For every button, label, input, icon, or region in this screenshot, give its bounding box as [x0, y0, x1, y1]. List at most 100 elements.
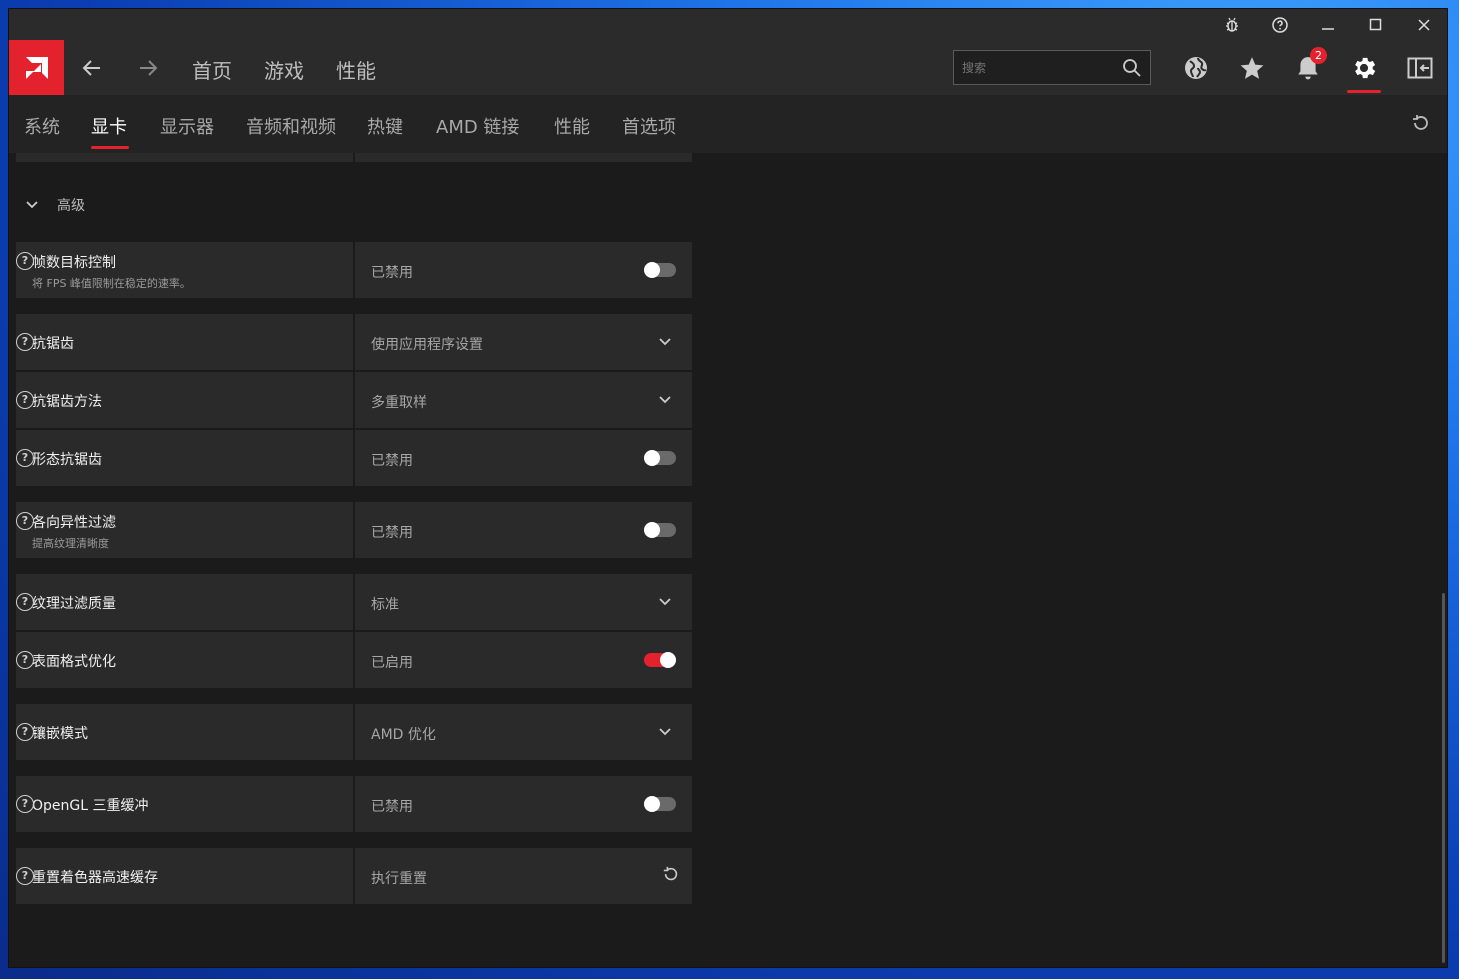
setting-name: 各向异性过滤 — [32, 515, 116, 531]
setting-row-frame-target-control: 帧数目标控制? 将 FPS 峰值限制在稳定的速率。 已禁用 — [16, 242, 692, 298]
scrollbar[interactable] — [1442, 593, 1445, 963]
setting-value: AMD 优化 — [371, 727, 436, 743]
toggle-switch[interactable] — [644, 652, 676, 668]
tab-graphics[interactable]: 显卡 — [91, 113, 127, 139]
globe-icon[interactable] — [1181, 53, 1211, 83]
advanced-label: 高级 — [57, 198, 85, 214]
back-arrow-icon[interactable] — [80, 56, 104, 80]
reset-icon[interactable] — [1411, 114, 1431, 138]
help-icon[interactable]: ? — [16, 593, 34, 611]
help-icon[interactable]: ? — [16, 391, 34, 409]
tab-system[interactable]: 系统 — [24, 113, 60, 139]
setting-name: 形态抗锯齿 — [32, 452, 102, 468]
forward-arrow-icon[interactable] — [136, 56, 160, 80]
star-icon[interactable] — [1237, 53, 1267, 83]
setting-value-panel[interactable]: 已禁用 — [355, 242, 692, 298]
toggle-switch[interactable] — [644, 262, 676, 278]
close-icon[interactable] — [1411, 12, 1437, 38]
toggle-switch[interactable] — [644, 522, 676, 538]
setting-value: 已禁用 — [371, 799, 413, 815]
setting-name: 抗锯齿 — [32, 336, 74, 352]
toggle-knob — [644, 796, 660, 812]
nav-bar: 首页 游戏 性能 2 — [9, 40, 1447, 95]
chevron-down-icon[interactable] — [658, 393, 672, 407]
maximize-icon[interactable] — [1363, 12, 1389, 38]
tab-preferences[interactable]: 首选项 — [622, 113, 676, 139]
nav-link-home[interactable]: 首页 — [192, 55, 232, 84]
toggle-knob — [644, 450, 660, 466]
bug-icon[interactable] — [1219, 12, 1245, 38]
chevron-down-icon[interactable] — [658, 725, 672, 739]
setting-label-panel: 帧数目标控制? 将 FPS 峰值限制在稳定的速率。 — [16, 242, 353, 298]
setting-row-anti-aliasing: 抗锯齿? 使用应用程序设置 — [16, 314, 692, 370]
setting-value-panel[interactable]: 多重取样 — [355, 372, 692, 428]
sidebar-icon[interactable] — [1405, 53, 1435, 83]
setting-label-panel: 重置着色器高速缓存? — [16, 848, 353, 904]
active-tab-indicator — [91, 146, 129, 149]
setting-value: 执行重置 — [371, 871, 427, 887]
settings-tabs: 系统 显卡 显示器 音频和视频 热键 AMD 链接 性能 首选项 — [9, 95, 1447, 153]
setting-value-panel[interactable]: 已启用 — [355, 632, 692, 688]
setting-description: 提高纹理清晰度 — [32, 537, 109, 550]
setting-value-panel[interactable]: AMD 优化 — [355, 704, 692, 760]
amd-logo-icon[interactable] — [9, 40, 64, 95]
tab-audio-video[interactable]: 音频和视频 — [246, 113, 336, 139]
setting-label-panel: 表面格式优化? — [16, 632, 353, 688]
nav-link-performance[interactable]: 性能 — [336, 55, 376, 84]
help-icon[interactable]: ? — [16, 795, 34, 813]
setting-value-panel[interactable]: 已禁用 — [355, 502, 692, 558]
setting-value-panel[interactable]: 已禁用 — [355, 776, 692, 832]
help-icon[interactable]: ? — [16, 723, 34, 741]
setting-value-panel[interactable]: 使用应用程序设置 — [355, 314, 692, 370]
setting-name: 重置着色器高速缓存 — [32, 870, 158, 886]
previous-row-stub — [16, 153, 692, 162]
setting-row-morphological-aa: 形态抗锯齿? 已禁用 — [16, 430, 692, 486]
tab-performance[interactable]: 性能 — [554, 113, 590, 139]
setting-row-reset-shader-cache: 重置着色器高速缓存? 执行重置 — [16, 848, 692, 904]
minimize-icon[interactable] — [1315, 12, 1341, 38]
setting-row-surface-format-optimization: 表面格式优化? 已启用 — [16, 632, 692, 688]
setting-value-panel[interactable]: 已禁用 — [355, 430, 692, 486]
help-icon[interactable]: ? — [16, 651, 34, 669]
toggle-knob — [660, 652, 676, 668]
setting-value: 已禁用 — [371, 265, 413, 281]
toggle-knob — [644, 522, 660, 538]
toggle-switch[interactable] — [644, 796, 676, 812]
setting-value-panel[interactable]: 执行重置 — [355, 848, 692, 904]
setting-value-panel[interactable]: 标准 — [355, 574, 692, 630]
setting-value: 已启用 — [371, 655, 413, 671]
notification-badge: 2 — [1310, 47, 1327, 64]
chevron-down-icon — [26, 201, 38, 209]
setting-value: 使用应用程序设置 — [371, 337, 483, 353]
help-icon[interactable]: ? — [16, 252, 34, 270]
gear-active-indicator — [1347, 90, 1381, 93]
search-box[interactable] — [953, 50, 1151, 85]
title-bar — [9, 9, 1447, 40]
setting-name: 帧数目标控制 — [32, 255, 116, 271]
reset-icon[interactable] — [662, 866, 680, 884]
tab-amd-link[interactable]: AMD 链接 — [436, 113, 519, 139]
gear-icon[interactable] — [1349, 53, 1379, 83]
help-icon[interactable]: ? — [16, 449, 34, 467]
settings-content: 高级 帧数目标控制? 将 FPS 峰值限制在稳定的速率。 已禁用 抗锯齿? 使用应用程序… — [9, 153, 1447, 967]
help-icon[interactable]: ? — [16, 512, 34, 530]
setting-value: 标准 — [371, 597, 399, 613]
setting-label-panel: 各向异性过滤? 提高纹理清晰度 — [16, 502, 353, 558]
setting-row-anti-aliasing-method: 抗锯齿方法? 多重取样 — [16, 372, 692, 428]
setting-value: 多重取样 — [371, 395, 427, 411]
setting-label-panel: 纹理过滤质量? — [16, 574, 353, 630]
tab-hotkeys[interactable]: 热键 — [367, 113, 403, 139]
nav-link-games[interactable]: 游戏 — [264, 55, 304, 84]
chevron-down-icon[interactable] — [658, 595, 672, 609]
search-input[interactable] — [962, 51, 1112, 84]
setting-value: 已禁用 — [371, 525, 413, 541]
tab-display[interactable]: 显示器 — [160, 113, 214, 139]
help-icon[interactable]: ? — [16, 867, 34, 885]
search-icon[interactable] — [1122, 58, 1142, 78]
setting-label-panel: 抗锯齿方法? — [16, 372, 353, 428]
advanced-section-header[interactable]: 高级 — [25, 195, 85, 215]
help-icon[interactable] — [1267, 12, 1293, 38]
toggle-switch[interactable] — [644, 450, 676, 466]
help-icon[interactable]: ? — [16, 333, 34, 351]
chevron-down-icon[interactable] — [658, 335, 672, 349]
